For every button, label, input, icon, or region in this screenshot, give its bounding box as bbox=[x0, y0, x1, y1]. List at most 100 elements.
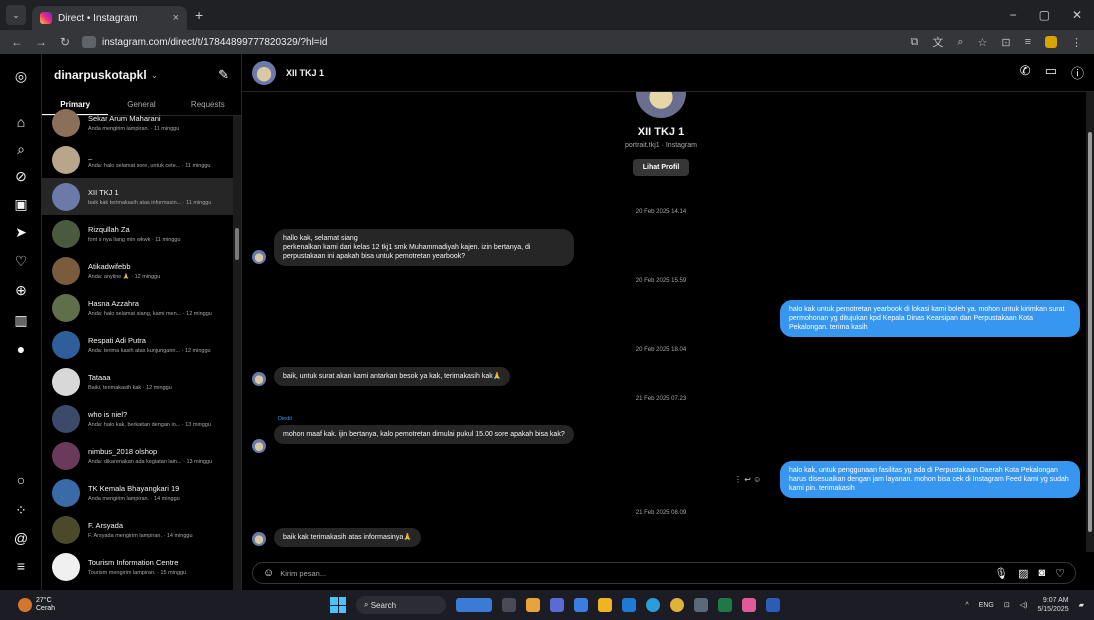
view-profile-button[interactable]: Lihat Profil bbox=[632, 159, 690, 176]
sender-avatar[interactable] bbox=[252, 439, 266, 453]
clock[interactable]: 9:07 AM 5/15/2025 bbox=[1037, 596, 1068, 614]
volume-icon[interactable]: ◁) bbox=[1020, 601, 1028, 609]
profile-icon[interactable]: ● bbox=[0, 341, 42, 357]
video-call-icon[interactable]: ▭ bbox=[1045, 63, 1057, 82]
browser-tab[interactable]: Direct • Instagram × bbox=[32, 6, 187, 30]
language-indicator[interactable]: ENG bbox=[979, 602, 994, 609]
message-input[interactable]: Kirim pesan... bbox=[280, 569, 326, 578]
emoji-icon[interactable]: ☺ bbox=[263, 567, 274, 579]
sender-avatar[interactable] bbox=[252, 372, 266, 386]
chat-avatar[interactable] bbox=[252, 60, 276, 85]
image-icon[interactable]: ▨ bbox=[1018, 567, 1028, 580]
profile-avatar[interactable] bbox=[636, 92, 686, 118]
taskbar-search[interactable]: ⌕ Search bbox=[356, 596, 446, 614]
thread-item[interactable]: Respati Adi Putra Anda: terima kasih atas… bbox=[42, 326, 234, 363]
zoom-icon[interactable]: ⌕ bbox=[957, 36, 963, 49]
explore-icon[interactable]: ⊘ bbox=[0, 168, 42, 185]
app-icon[interactable] bbox=[526, 598, 540, 612]
chrome-icon[interactable] bbox=[670, 598, 684, 612]
thread-item[interactable]: Atikadwifebb Anda: anyline 🙏 · 12 minggu bbox=[42, 252, 234, 289]
message-incoming[interactable]: hallo kak, selamat siang perkenalkan kam… bbox=[274, 229, 574, 266]
thread-item[interactable]: XII TKJ 1 baik kak terimakasih atas infor… bbox=[42, 178, 234, 215]
thread-item[interactable]: Sekar Arum Maharani Anda mengirim lampira… bbox=[42, 104, 234, 141]
sticker-icon[interactable]: ◙ bbox=[1038, 567, 1045, 580]
edge-icon[interactable] bbox=[646, 598, 660, 612]
thread-item[interactable]: who is niel? Anda: halo kak, berkaitan de… bbox=[42, 400, 234, 437]
store-icon[interactable] bbox=[622, 598, 636, 612]
message-outgoing[interactable]: halo kak, untuk penggunaan fasilitas yg … bbox=[780, 461, 1080, 498]
reload-icon[interactable]: ↻ bbox=[58, 35, 72, 49]
close-window-button[interactable]: ✕ bbox=[1072, 8, 1082, 22]
inbox-scrollbar[interactable] bbox=[233, 116, 241, 590]
message-incoming[interactable]: baik, untuk surat akan kami antarkan bes… bbox=[274, 367, 511, 386]
task-view-icon[interactable] bbox=[502, 598, 516, 612]
message-incoming[interactable]: baik kak terimakasih atas informasinya🙏 bbox=[274, 528, 421, 547]
tab-close-icon[interactable]: × bbox=[173, 12, 179, 24]
tab-search-icon[interactable]: ⌄ bbox=[6, 5, 26, 25]
weather-widget[interactable]: 27°C Cerah bbox=[18, 597, 55, 613]
menu-icon[interactable]: ≡ bbox=[0, 558, 42, 574]
cast-icon[interactable]: ⧉ bbox=[910, 36, 918, 49]
thread-item[interactable]: F. Arsyada F. Arsyada mengirim lampiran. … bbox=[42, 511, 234, 548]
widgets-icon[interactable] bbox=[456, 598, 492, 612]
search-icon[interactable]: ⌕ bbox=[0, 141, 42, 158]
thread-item[interactable]: Tourism Information Centre Tourism mengir… bbox=[42, 548, 234, 585]
sender-avatar[interactable] bbox=[252, 250, 266, 264]
thread-item[interactable]: nimbus_2018 olshop Anda: dikarenakan ada … bbox=[42, 437, 234, 474]
message-actions[interactable]: ⋮ ↩ ☺ bbox=[734, 475, 761, 484]
chat-scrollbar[interactable] bbox=[1086, 92, 1094, 552]
chat-title[interactable]: XII TKJ 1 bbox=[286, 68, 324, 78]
threads-icon[interactable]: ○ bbox=[0, 472, 42, 488]
app-icon[interactable] bbox=[694, 598, 708, 612]
notification-icon[interactable]: ▰ bbox=[1079, 601, 1084, 609]
excel-icon[interactable] bbox=[718, 598, 732, 612]
sender-avatar[interactable] bbox=[252, 532, 266, 546]
message-incoming[interactable]: mohon maaf kak. ijin bertanya, kalo pemo… bbox=[274, 425, 574, 444]
microphone-icon[interactable]: 🎙 bbox=[994, 567, 1008, 580]
thread-item[interactable]: _ Anda: halo selamat sore, untuk cete... … bbox=[42, 141, 234, 178]
forward-icon[interactable]: → bbox=[34, 35, 48, 49]
extension-icon[interactable] bbox=[1045, 36, 1057, 48]
thread-item[interactable]: TK Kemala Bhayangkari 19 Anda mengirim la… bbox=[42, 474, 234, 511]
notifications-icon[interactable]: ♡ bbox=[0, 253, 42, 270]
compose-icon[interactable]: ✎ bbox=[218, 67, 229, 83]
bookmark-star-icon[interactable]: ☆ bbox=[977, 36, 987, 49]
create-icon[interactable]: ⊕ bbox=[0, 282, 42, 299]
home-icon[interactable]: ⌂ bbox=[0, 114, 42, 130]
app-icon[interactable] bbox=[574, 598, 588, 612]
message-outgoing[interactable]: halo kak untuk pemotretan yearbook di lo… bbox=[780, 300, 1080, 337]
network-icon[interactable]: ⊡ bbox=[1004, 601, 1010, 609]
dashboard-icon[interactable]: ▥ bbox=[0, 312, 42, 329]
phone-call-icon[interactable]: ✆ bbox=[1020, 63, 1031, 82]
tray-expand-icon[interactable]: ^ bbox=[965, 602, 968, 609]
site-info-icon[interactable] bbox=[82, 36, 96, 48]
app-icon[interactable] bbox=[742, 598, 756, 612]
inbox-scroll-thumb[interactable] bbox=[235, 228, 239, 260]
message-composer[interactable]: ☺ Kirim pesan... 🎙 ▨ ◙ ♡ bbox=[252, 562, 1076, 584]
messages-icon[interactable]: ➤ bbox=[0, 224, 42, 241]
like-heart-icon[interactable]: ♡ bbox=[1055, 567, 1065, 580]
instagram-icon[interactable]: ◎ bbox=[0, 68, 42, 85]
meta-icon[interactable]: ⁘ bbox=[0, 502, 42, 519]
thread-item[interactable]: Hasna Azzahra Anda: halo selamat siang, k… bbox=[42, 289, 234, 326]
file-explorer-icon[interactable] bbox=[598, 598, 612, 612]
translate-icon[interactable]: 文 bbox=[932, 34, 943, 50]
thread-item[interactable]: Rizqullah Za font s nya liang min wkwk · … bbox=[42, 215, 234, 252]
url-field[interactable]: instagram.com/direct/t/17844899777820329… bbox=[82, 36, 327, 48]
extensions-icon[interactable]: ⊡ bbox=[1001, 36, 1010, 49]
back-icon[interactable]: ← bbox=[10, 35, 24, 49]
browser-menu-icon[interactable]: ⋮ bbox=[1071, 36, 1082, 49]
settings-icon[interactable]: @ bbox=[0, 530, 42, 546]
thread-item[interactable]: Tataaa Baiki, terimakasih kak · 12 minggu bbox=[42, 363, 234, 400]
info-icon[interactable]: ⓘ bbox=[1071, 63, 1084, 82]
word-icon[interactable] bbox=[766, 598, 780, 612]
maximize-button[interactable]: ▢ bbox=[1039, 8, 1050, 22]
windows-start-icon[interactable] bbox=[330, 597, 346, 613]
account-chevron-icon[interactable]: ⌄ bbox=[151, 70, 159, 81]
account-name[interactable]: dinarpuskotapkl bbox=[54, 68, 147, 82]
teams-icon[interactable] bbox=[550, 598, 564, 612]
reading-list-icon[interactable]: ≡ bbox=[1025, 36, 1031, 48]
chat-scroll-thumb[interactable] bbox=[1088, 132, 1092, 532]
minimize-button[interactable]: − bbox=[1010, 8, 1017, 22]
new-tab-button[interactable]: + bbox=[195, 7, 203, 23]
